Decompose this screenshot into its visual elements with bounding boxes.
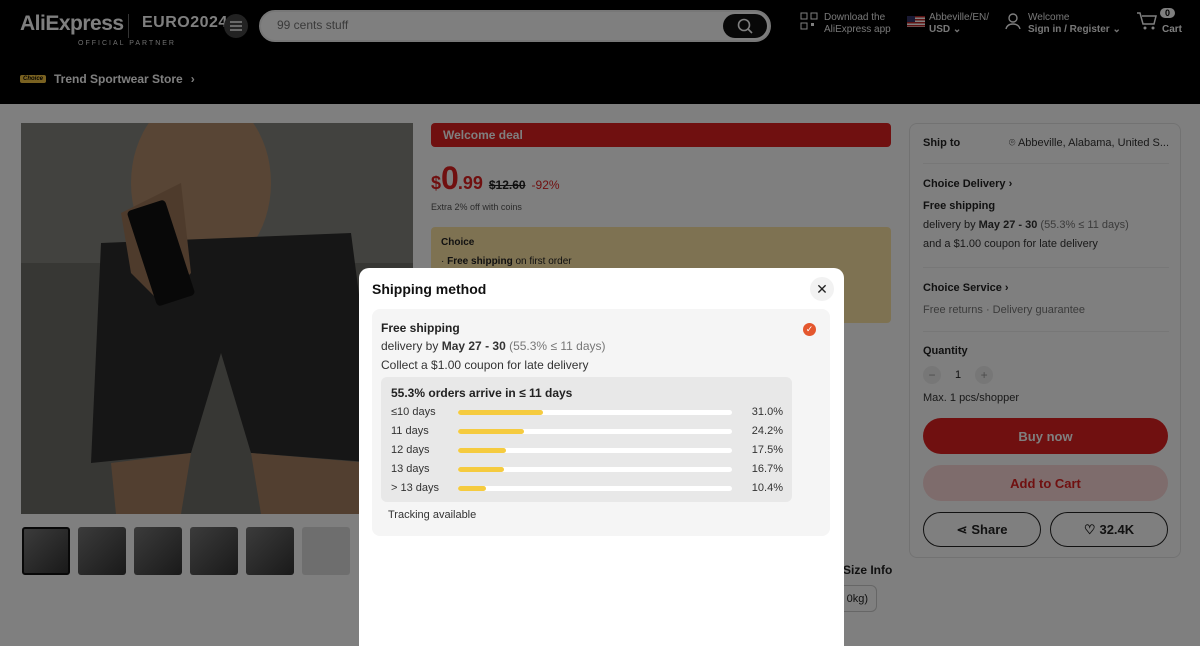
distribution-row: 13 days 16.7% bbox=[391, 462, 783, 478]
delivery-dates: May 27 - 30 bbox=[441, 339, 506, 353]
distribution-row: > 13 days 10.4% bbox=[391, 481, 783, 497]
distribution-row: ≤10 days 31.0% bbox=[391, 405, 783, 421]
distribution-label: > 13 days bbox=[391, 482, 440, 494]
dialog-title: Shipping method bbox=[372, 281, 487, 297]
coupon-note: Collect a $1.00 coupon for late delivery bbox=[381, 358, 589, 372]
distribution-label: 13 days bbox=[391, 463, 430, 475]
delivery-distribution: 55.3% orders arrive in ≤ 11 days ≤10 day… bbox=[381, 377, 792, 502]
selected-check-icon: ✓ bbox=[803, 323, 816, 336]
distribution-bar bbox=[458, 429, 525, 434]
delivery-prefix: delivery by bbox=[381, 339, 442, 353]
close-icon: ✕ bbox=[816, 280, 828, 297]
close-button[interactable]: ✕ bbox=[810, 277, 834, 301]
tracking-available: Tracking available bbox=[388, 509, 477, 521]
distribution-percent: 10.4% bbox=[751, 482, 783, 494]
shipping-option-title: Free shipping bbox=[381, 321, 460, 335]
distribution-percent: 16.7% bbox=[751, 463, 783, 475]
distribution-track bbox=[458, 429, 732, 434]
distribution-track bbox=[458, 486, 732, 491]
distribution-bar bbox=[458, 467, 504, 472]
distribution-track bbox=[458, 467, 732, 472]
distribution-bar bbox=[458, 410, 543, 415]
distribution-percent: 24.2% bbox=[751, 425, 783, 437]
distribution-row: 12 days 17.5% bbox=[391, 443, 783, 459]
shipping-method-dialog: Shipping method ✕ Free shipping ✓ delive… bbox=[359, 268, 844, 646]
distribution-row: 11 days 24.2% bbox=[391, 424, 783, 440]
shipping-option-card[interactable]: Free shipping ✓ delivery by May 27 - 30 … bbox=[372, 309, 830, 536]
delivery-stat: (55.3% ≤ 11 days) bbox=[505, 339, 606, 353]
distribution-label: ≤10 days bbox=[391, 406, 436, 418]
distribution-title: 55.3% orders arrive in ≤ 11 days bbox=[391, 386, 573, 400]
distribution-label: 11 days bbox=[391, 425, 429, 437]
distribution-track bbox=[458, 448, 732, 453]
distribution-percent: 17.5% bbox=[751, 444, 783, 456]
distribution-label: 12 days bbox=[391, 444, 430, 456]
distribution-percent: 31.0% bbox=[751, 406, 783, 418]
distribution-bar bbox=[458, 486, 487, 491]
distribution-track bbox=[458, 410, 732, 415]
distribution-bar bbox=[458, 448, 506, 453]
